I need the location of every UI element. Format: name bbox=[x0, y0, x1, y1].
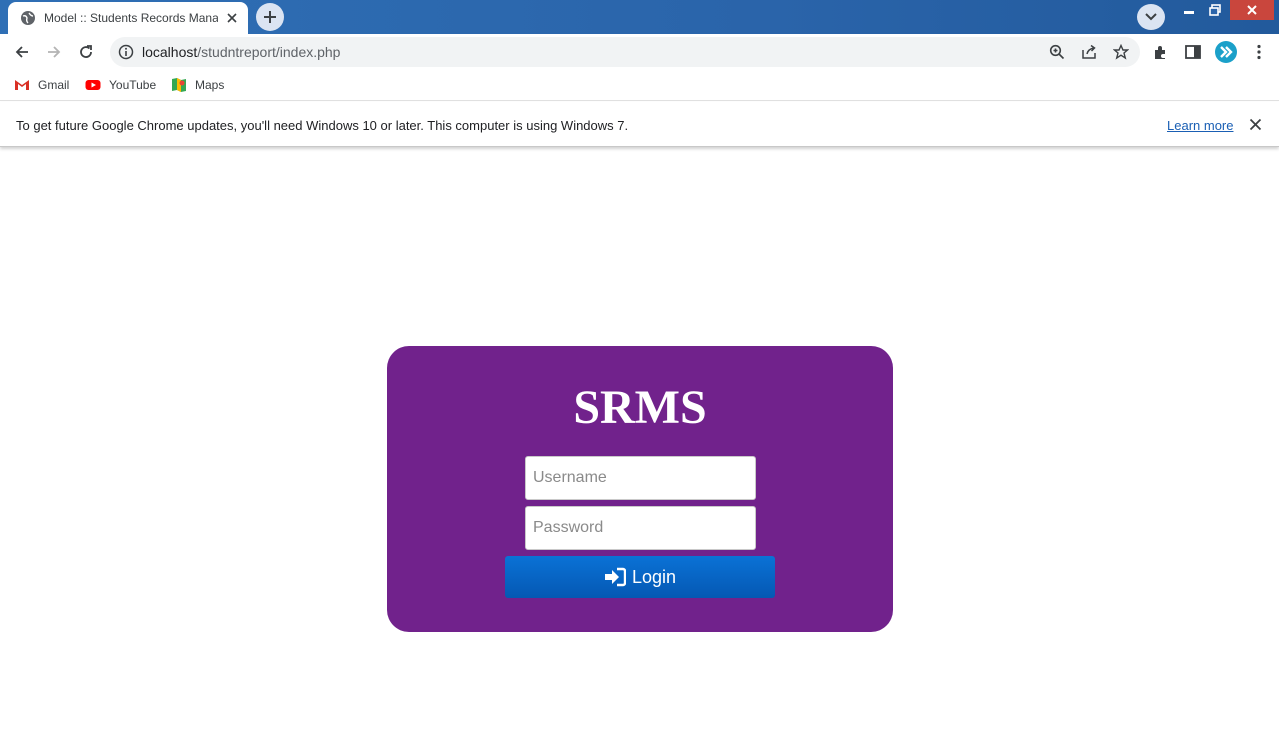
forward-button[interactable] bbox=[41, 39, 67, 65]
restore-icon bbox=[1209, 4, 1221, 16]
password-input[interactable] bbox=[525, 506, 756, 550]
star-icon[interactable] bbox=[1113, 44, 1129, 60]
address-bar[interactable]: localhost/studntreport/index.php bbox=[110, 37, 1140, 67]
globe-icon bbox=[21, 11, 35, 25]
page-title: SRMS bbox=[573, 381, 707, 434]
chevron-down-icon bbox=[1145, 13, 1157, 21]
bookmark-youtube[interactable]: YouTube bbox=[85, 76, 156, 94]
menu-icon[interactable] bbox=[1250, 43, 1268, 61]
browser-titlebar: Model :: Students Records Manag bbox=[0, 0, 1279, 34]
info-icon[interactable] bbox=[118, 44, 134, 60]
back-button[interactable] bbox=[9, 39, 35, 65]
profile-icon bbox=[1220, 46, 1233, 58]
close-icon bbox=[1247, 5, 1257, 15]
side-panel-icon[interactable] bbox=[1184, 43, 1202, 61]
window-close-button[interactable] bbox=[1230, 0, 1274, 20]
youtube-icon bbox=[85, 80, 101, 90]
url-host: localhost bbox=[142, 44, 198, 60]
browser-toolbar: localhost/studntreport/index.php bbox=[0, 34, 1279, 70]
close-icon[interactable] bbox=[1249, 118, 1262, 131]
bookmark-maps[interactable]: Maps bbox=[171, 76, 224, 94]
close-tab-icon[interactable] bbox=[224, 10, 240, 26]
gmail-icon bbox=[15, 80, 29, 90]
profile-avatar[interactable] bbox=[1215, 41, 1237, 63]
bookmark-label: Gmail bbox=[38, 78, 70, 92]
bookmark-label: YouTube bbox=[109, 78, 157, 92]
share-icon[interactable] bbox=[1081, 44, 1097, 60]
learn-more-link[interactable]: Learn more bbox=[1167, 118, 1233, 133]
arrow-left-icon bbox=[15, 46, 28, 58]
infobar-message: To get future Google Chrome updates, you… bbox=[16, 118, 629, 133]
tab-search-button[interactable] bbox=[1137, 4, 1165, 30]
plus-icon bbox=[264, 11, 276, 23]
reload-icon bbox=[80, 45, 92, 58]
zoom-icon[interactable] bbox=[1049, 44, 1065, 60]
login-card: SRMS Login bbox=[387, 346, 893, 632]
login-button[interactable]: Login bbox=[505, 556, 775, 598]
username-input[interactable] bbox=[525, 456, 756, 500]
browser-tab[interactable]: Model :: Students Records Manag bbox=[8, 2, 248, 34]
bookmark-label: Maps bbox=[195, 78, 225, 92]
bookmarks-bar: Gmail YouTube Maps bbox=[0, 70, 1279, 101]
bookmark-gmail[interactable]: Gmail bbox=[14, 76, 69, 94]
url-text: localhost/studntreport/index.php bbox=[142, 44, 340, 60]
arrow-right-icon bbox=[48, 46, 61, 58]
update-infobar: To get future Google Chrome updates, you… bbox=[0, 102, 1279, 147]
tab-title: Model :: Students Records Manag bbox=[44, 11, 218, 25]
reload-button[interactable] bbox=[73, 39, 99, 65]
new-tab-button[interactable] bbox=[256, 3, 284, 31]
maps-icon bbox=[172, 78, 186, 92]
sign-in-icon bbox=[604, 567, 626, 587]
minimize-button[interactable] bbox=[1175, 0, 1203, 20]
login-button-label: Login bbox=[631, 566, 677, 587]
url-path: /studntreport/index.php bbox=[197, 44, 341, 60]
extensions-icon[interactable] bbox=[1152, 43, 1170, 61]
restore-button[interactable] bbox=[1201, 0, 1229, 20]
minimize-icon bbox=[1184, 11, 1194, 14]
